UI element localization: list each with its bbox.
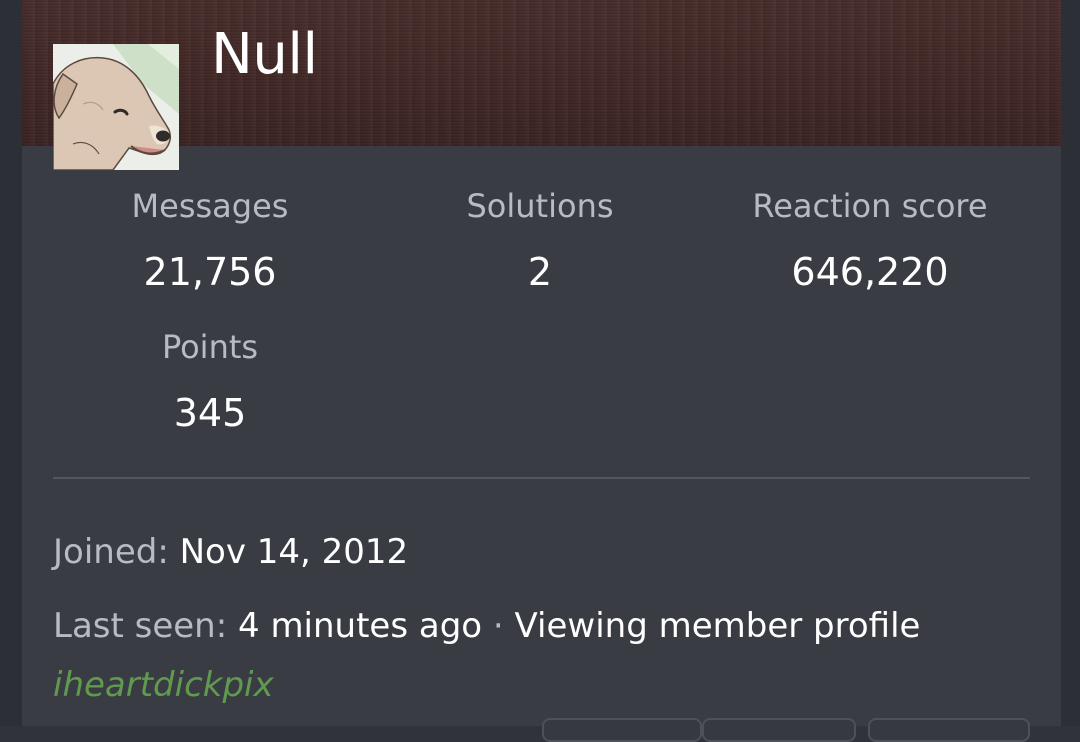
joined-date: Nov 14, 2012: [179, 532, 409, 572]
current-activity: Viewing member profile: [514, 606, 921, 646]
last-seen-label: Last seen:: [53, 606, 228, 646]
last-seen-row: Last seen: 4 minutes ago · Viewing membe…: [53, 606, 920, 646]
stat-value-messages: 21,756: [143, 250, 277, 294]
avatar[interactable]: [53, 44, 179, 170]
stat-label-messages: Messages: [131, 187, 289, 225]
page-gutter-left: [0, 0, 22, 726]
stat-label-reaction-score: Reaction score: [752, 187, 988, 225]
dog-avatar-icon: [53, 44, 179, 170]
stat-reaction-score[interactable]: Reaction score 646,220: [705, 186, 1035, 296]
profile-action-button-1[interactable]: [542, 718, 702, 742]
stat-value-points: 345: [173, 391, 247, 435]
profile-action-button-2[interactable]: [702, 718, 856, 742]
stat-value-reaction-score: 646,220: [791, 250, 949, 294]
member-card: Null Messages 21,756 Solutions 2 Reactio…: [22, 0, 1061, 742]
stat-value-solutions: 2: [527, 250, 553, 294]
custom-user-title: iheartdickpix: [53, 665, 274, 705]
separator-dot: ·: [492, 606, 504, 646]
profile-action-button-3[interactable]: [868, 718, 1030, 742]
stat-points[interactable]: Points 345: [45, 327, 375, 437]
joined-label: Joined:: [53, 532, 169, 572]
stat-label-points: Points: [161, 328, 259, 366]
username[interactable]: Null: [211, 22, 318, 87]
page-gutter-right: [1061, 0, 1080, 726]
section-divider: [53, 477, 1030, 479]
stat-solutions[interactable]: Solutions 2: [375, 186, 705, 296]
stat-label-solutions: Solutions: [466, 187, 614, 225]
joined-row: Joined: Nov 14, 2012: [53, 532, 408, 572]
last-seen-time: 4 minutes ago: [238, 606, 483, 646]
stat-messages[interactable]: Messages 21,756: [45, 186, 375, 296]
